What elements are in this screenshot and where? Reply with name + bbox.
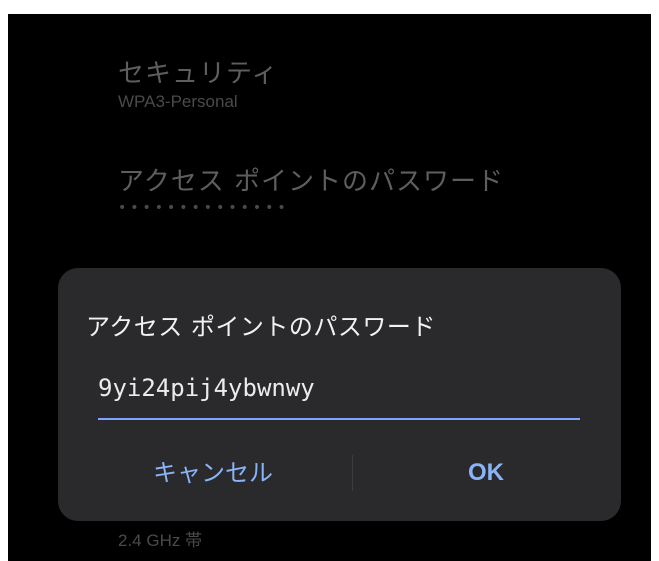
password-input[interactable]: 9yi24pij4ybwnwy xyxy=(98,366,580,420)
password-masked: •••••••••••••• xyxy=(118,200,290,216)
cancel-button[interactable]: キャンセル xyxy=(98,448,328,498)
password-setting[interactable]: アクセス ポイントのパスワード •••••••••••••• xyxy=(118,166,504,218)
button-divider xyxy=(352,455,353,491)
security-title: セキュリティ xyxy=(118,59,279,89)
password-dialog: アクセス ポイントのパスワード 9yi24pij4ybwnwy キャンセル OK xyxy=(58,268,621,521)
band-value: 2.4 GHz 帯 xyxy=(118,531,203,550)
settings-screen: セキュリティ WPA3-Personal アクセス ポイントのパスワード •••… xyxy=(8,14,651,561)
security-value: WPA3-Personal xyxy=(118,92,238,111)
password-input-value: 9yi24pij4ybwnwy xyxy=(98,374,315,402)
password-title: アクセス ポイントのパスワード xyxy=(118,167,504,197)
security-setting[interactable]: セキュリティ WPA3-Personal xyxy=(118,58,278,114)
dialog-title: アクセス ポイントのパスワード xyxy=(86,313,436,341)
ok-button[interactable]: OK xyxy=(366,448,606,498)
dialog-actions: キャンセル OK xyxy=(58,448,621,498)
